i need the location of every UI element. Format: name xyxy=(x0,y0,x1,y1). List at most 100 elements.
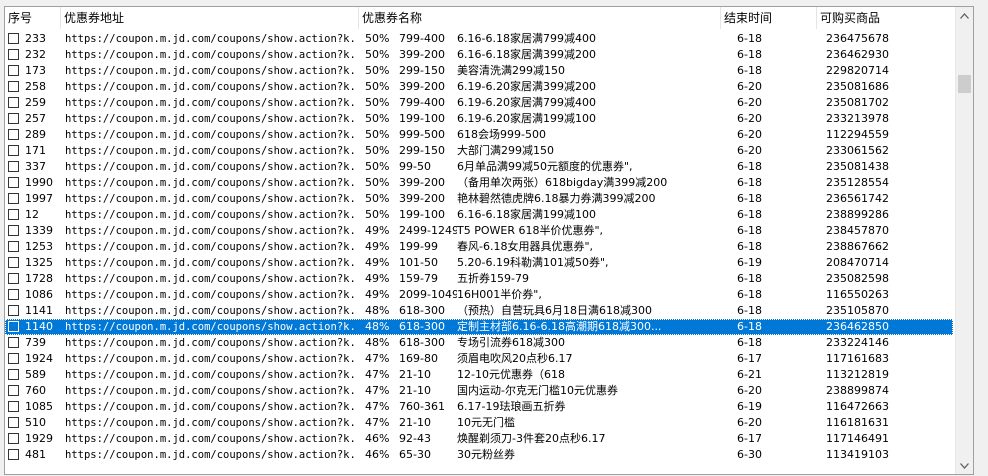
cell-coupon-name: 定制主材部6.16-6.18高潮期618减300... xyxy=(457,320,662,333)
row-checkbox[interactable] xyxy=(8,161,19,172)
coupon-list-view[interactable]: 序号 优惠券地址 优惠券名称 结束时间 可购买商品 233 https://cou… xyxy=(4,6,974,475)
table-row[interactable]: 233 https://coupon.m.jd.com/coupons/show.… xyxy=(5,31,953,47)
cell-discount-rate: 50% xyxy=(365,64,390,77)
row-checkbox[interactable] xyxy=(8,49,19,60)
table-row[interactable]: 1325 https://coupon.m.jd.com/coupons/show… xyxy=(5,255,953,271)
table-row[interactable]: 259 https://coupon.m.jd.com/coupons/show.… xyxy=(5,95,953,111)
scroll-down-button[interactable] xyxy=(956,457,973,474)
cell-url: https://coupon.m.jd.com/coupons/show.act… xyxy=(65,193,357,205)
row-checkbox[interactable] xyxy=(8,417,19,428)
table-row[interactable]: 1728 https://coupon.m.jd.com/coupons/show… xyxy=(5,271,953,287)
row-checkbox[interactable] xyxy=(8,289,19,300)
cell-url: https://coupon.m.jd.com/coupons/show.act… xyxy=(65,337,357,349)
cell-url: https://coupon.m.jd.com/coupons/show.act… xyxy=(65,305,357,317)
column-header-name[interactable]: 优惠券名称 xyxy=(359,7,721,29)
row-checkbox[interactable] xyxy=(8,241,19,252)
row-checkbox[interactable] xyxy=(8,225,19,236)
cell-amount: 999-500 xyxy=(399,128,445,141)
row-checkbox[interactable] xyxy=(8,129,19,140)
table-row[interactable]: 1990 https://coupon.m.jd.com/coupons/show… xyxy=(5,175,953,191)
row-checkbox[interactable] xyxy=(8,337,19,348)
cell-end-time: 6-17 xyxy=(737,352,762,365)
table-row[interactable]: 257 https://coupon.m.jd.com/coupons/show.… xyxy=(5,111,953,127)
table-row[interactable]: 1339 https://coupon.m.jd.com/coupons/show… xyxy=(5,223,953,239)
table-row[interactable]: 510 https://coupon.m.jd.com/coupons/show.… xyxy=(5,415,953,431)
row-checkbox[interactable] xyxy=(8,193,19,204)
row-checkbox[interactable] xyxy=(8,433,19,444)
column-header-sku[interactable]: 可购买商品 xyxy=(817,7,953,29)
table-row[interactable]: 173 https://coupon.m.jd.com/coupons/show.… xyxy=(5,63,953,79)
cell-discount-rate: 47% xyxy=(365,368,390,381)
row-checkbox[interactable] xyxy=(8,353,19,364)
row-checkbox[interactable] xyxy=(8,369,19,380)
table-row[interactable]: 1085 https://coupon.m.jd.com/coupons/show… xyxy=(5,399,953,415)
cell-discount-rate: 47% xyxy=(365,384,390,397)
table-row[interactable]: 1086 https://coupon.m.jd.com/coupons/show… xyxy=(5,287,953,303)
table-row[interactable]: 1997 https://coupon.m.jd.com/coupons/show… xyxy=(5,191,953,207)
scroll-thumb[interactable] xyxy=(958,75,971,93)
cell-end-time: 6-18 xyxy=(737,320,762,333)
cell-coupon-name: 须眉电吹风20点秒6.17 xyxy=(457,352,573,365)
row-checkbox[interactable] xyxy=(8,81,19,92)
table-row[interactable]: 289 https://coupon.m.jd.com/coupons/show.… xyxy=(5,127,953,143)
cell-url: https://coupon.m.jd.com/coupons/show.act… xyxy=(65,49,357,61)
table-row[interactable]: 232 https://coupon.m.jd.com/coupons/show.… xyxy=(5,47,953,63)
cell-discount-rate: 50% xyxy=(365,144,390,157)
chevron-down-icon xyxy=(960,462,969,469)
table-row[interactable]: 337 https://coupon.m.jd.com/coupons/show.… xyxy=(5,159,953,175)
column-header-end-time[interactable]: 结束时间 xyxy=(721,7,817,29)
row-checkbox[interactable] xyxy=(8,449,19,460)
scroll-up-button[interactable] xyxy=(956,7,973,24)
cell-amount: 2099-1049 xyxy=(399,288,457,301)
row-checkbox[interactable] xyxy=(8,97,19,108)
cell-coupon-name: 焕醒剃须刀-3件套20点秒6.17 xyxy=(457,432,606,445)
cell-end-time: 6-20 xyxy=(737,384,762,397)
table-row[interactable]: 481 https://coupon.m.jd.com/coupons/show.… xyxy=(5,447,953,463)
table-row[interactable]: 1929 https://coupon.m.jd.com/coupons/show… xyxy=(5,431,953,447)
cell-coupon-name: 6.16-6.18家居满199减100 xyxy=(457,208,596,221)
row-checkbox[interactable] xyxy=(8,177,19,188)
table-row[interactable]: 1140 https://coupon.m.jd.com/coupons/show… xyxy=(5,319,953,335)
cell-seq: 1325 xyxy=(25,256,53,269)
row-checkbox[interactable] xyxy=(8,257,19,268)
cell-end-time: 6-18 xyxy=(737,48,762,61)
cell-seq: 739 xyxy=(25,336,46,349)
table-row[interactable]: 1141 https://coupon.m.jd.com/coupons/show… xyxy=(5,303,953,319)
table-row[interactable]: 760 https://coupon.m.jd.com/coupons/show.… xyxy=(5,383,953,399)
cell-coupon-name: 美容清洗满299减150 xyxy=(457,64,565,77)
cell-url: https://coupon.m.jd.com/coupons/show.act… xyxy=(65,81,357,93)
row-checkbox[interactable] xyxy=(8,113,19,124)
table-row[interactable]: 12 https://coupon.m.jd.com/coupons/show.a… xyxy=(5,207,953,223)
column-header-url[interactable]: 优惠券地址 xyxy=(61,7,359,29)
table-row[interactable]: 1253 https://coupon.m.jd.com/coupons/show… xyxy=(5,239,953,255)
table-row[interactable]: 739 https://coupon.m.jd.com/coupons/show.… xyxy=(5,335,953,351)
cell-url: https://coupon.m.jd.com/coupons/show.act… xyxy=(65,209,357,221)
row-checkbox[interactable] xyxy=(8,321,19,332)
table-row[interactable]: 589 https://coupon.m.jd.com/coupons/show.… xyxy=(5,367,953,383)
table-row[interactable]: 258 https://coupon.m.jd.com/coupons/show.… xyxy=(5,79,953,95)
row-checkbox[interactable] xyxy=(8,401,19,412)
cell-coupon-name: 春风-6.18女用器具优惠券", xyxy=(457,240,594,253)
cell-end-time: 6-18 xyxy=(737,240,762,253)
row-checkbox[interactable] xyxy=(8,305,19,316)
cell-discount-rate: 50% xyxy=(365,176,390,189)
cell-end-time: 6-30 xyxy=(737,448,762,461)
row-checkbox[interactable] xyxy=(8,209,19,220)
cell-discount-rate: 50% xyxy=(365,112,390,125)
row-checkbox[interactable] xyxy=(8,65,19,76)
column-header-seq[interactable]: 序号 xyxy=(5,7,61,29)
table-row[interactable]: 1924 https://coupon.m.jd.com/coupons/show… xyxy=(5,351,953,367)
row-checkbox[interactable] xyxy=(8,385,19,396)
cell-end-time: 6-18 xyxy=(737,336,762,349)
cell-url: https://coupon.m.jd.com/coupons/show.act… xyxy=(65,449,357,461)
cell-discount-rate: 50% xyxy=(365,32,390,45)
row-checkbox[interactable] xyxy=(8,273,19,284)
row-checkbox[interactable] xyxy=(8,33,19,44)
cell-end-time: 6-17 xyxy=(737,432,762,445)
row-checkbox[interactable] xyxy=(8,145,19,156)
cell-amount: 618-300 xyxy=(399,336,445,349)
cell-coupon-name: 10元无门槛 xyxy=(457,416,515,429)
table-row[interactable]: 171 https://coupon.m.jd.com/coupons/show.… xyxy=(5,143,953,159)
vertical-scrollbar[interactable] xyxy=(955,7,973,474)
cell-coupon-name: 大部门满299减150 xyxy=(457,144,554,157)
